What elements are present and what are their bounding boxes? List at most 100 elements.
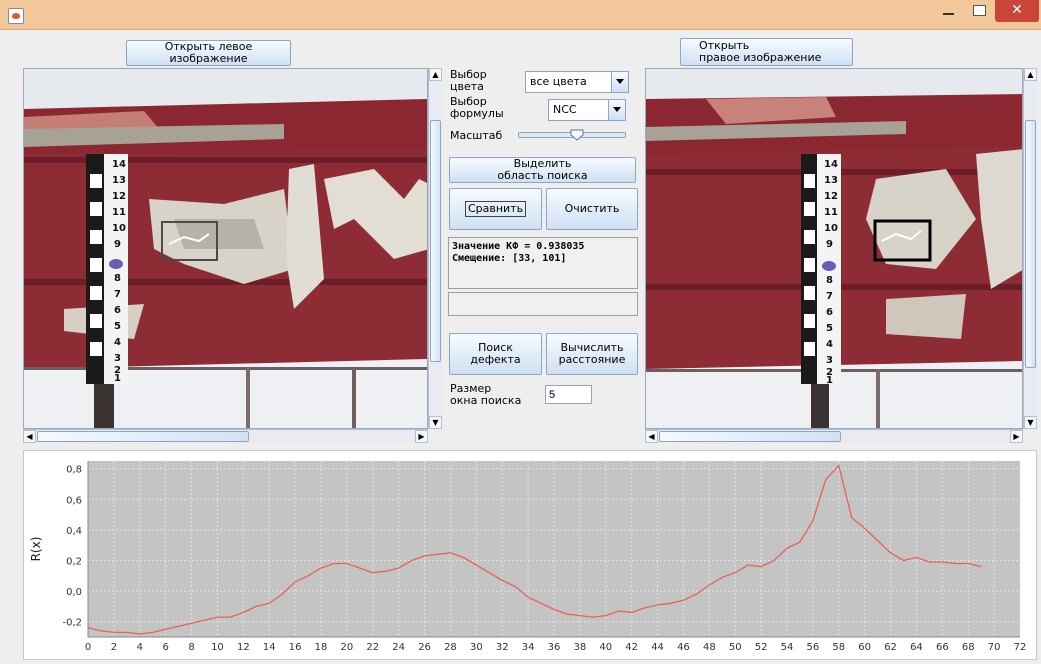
x-tick-label: 48 xyxy=(703,642,716,653)
x-tick-label: 6 xyxy=(162,642,168,653)
x-tick-label: 4 xyxy=(137,642,143,653)
scale-slider[interactable] xyxy=(518,129,626,141)
x-tick-label: 30 xyxy=(470,642,483,653)
scroll-right-arrow[interactable]: ▶ xyxy=(1010,430,1023,443)
right-horizontal-scroll-thumb[interactable] xyxy=(659,431,841,442)
maximize-button[interactable] xyxy=(966,0,992,22)
ruler-number: 13 xyxy=(112,175,126,186)
x-tick-label: 18 xyxy=(315,642,328,653)
ruler-number: 3 xyxy=(826,355,833,366)
clear-button[interactable]: Очистить xyxy=(546,188,638,230)
y-tick-label: 0,4 xyxy=(66,526,82,537)
compare-button[interactable]: Сравнить xyxy=(449,188,542,230)
search-window-size-label: Размер окна поиска xyxy=(450,382,522,407)
ruler-number: 7 xyxy=(826,291,833,302)
x-tick-label: 22 xyxy=(366,642,379,653)
x-tick-label: 14 xyxy=(263,642,276,653)
scroll-up-arrow[interactable]: ▲ xyxy=(1024,68,1037,81)
ruler-number: 1 xyxy=(114,373,121,384)
close-button[interactable]: ✕ xyxy=(995,0,1039,22)
ruler-number: 13 xyxy=(824,175,838,186)
x-tick-label: 58 xyxy=(832,642,845,653)
formula-select-label: Выбор формулы xyxy=(450,95,504,120)
x-tick-label: 10 xyxy=(211,642,224,653)
ruler-number: 7 xyxy=(114,289,121,300)
scroll-right-arrow[interactable]: ▶ xyxy=(415,430,428,443)
ruler-number: 8 xyxy=(114,273,121,284)
x-tick-label: 2 xyxy=(111,642,117,653)
ruler-number: 4 xyxy=(826,339,833,350)
left-vertical-scroll-thumb[interactable] xyxy=(430,120,441,362)
calculate-distance-button[interactable]: Вычислить расстояние xyxy=(546,333,638,375)
scroll-left-arrow[interactable]: ◀ xyxy=(645,430,658,443)
x-tick-label: 54 xyxy=(781,642,794,653)
x-tick-label: 38 xyxy=(574,642,587,653)
color-combobox[interactable]: все цвета xyxy=(525,71,629,93)
scroll-up-arrow[interactable]: ▲ xyxy=(429,68,442,81)
x-tick-label: 64 xyxy=(910,642,923,653)
ruler-number: 10 xyxy=(112,223,126,234)
x-tick-label: 56 xyxy=(807,642,820,653)
x-tick-label: 20 xyxy=(341,642,354,653)
x-tick-label: 26 xyxy=(418,642,431,653)
ruler-number: 12 xyxy=(112,191,126,202)
ruler-number: 6 xyxy=(114,305,121,316)
left-horizontal-scroll-thumb[interactable] xyxy=(37,431,249,442)
x-tick-label: 66 xyxy=(936,642,949,653)
left-image: 14 13 12 11 10 9 8 7 6 5 4 3 2 1 xyxy=(24,69,427,428)
ruler-number: 12 xyxy=(824,191,838,202)
compare-button-label: Сравнить xyxy=(464,201,527,217)
y-tick-label: 0,2 xyxy=(66,556,82,567)
x-tick-label: 60 xyxy=(858,642,871,653)
minimize-button[interactable] xyxy=(935,0,961,22)
ruler-number: 9 xyxy=(114,239,121,250)
x-tick-label: 16 xyxy=(289,642,302,653)
search-window-size-input[interactable] xyxy=(545,385,592,404)
x-tick-label: 24 xyxy=(392,642,405,653)
open-left-image-button[interactable]: Открыть левое изображение xyxy=(126,40,291,66)
x-tick-label: 50 xyxy=(729,642,742,653)
x-tick-label: 28 xyxy=(444,642,457,653)
x-tick-label: 36 xyxy=(548,642,561,653)
chevron-down-icon[interactable] xyxy=(608,100,625,120)
chevron-down-icon[interactable] xyxy=(611,72,628,92)
scroll-down-arrow[interactable]: ▼ xyxy=(1024,416,1037,429)
formula-combobox-value: NCC xyxy=(553,103,577,116)
x-tick-label: 68 xyxy=(962,642,975,653)
x-tick-label: 46 xyxy=(677,642,690,653)
ruler-number: 3 xyxy=(114,353,121,364)
x-tick-label: 40 xyxy=(599,642,612,653)
x-tick-label: 12 xyxy=(237,642,250,653)
x-tick-label: 72 xyxy=(1014,642,1027,653)
select-search-area-button[interactable]: Выделить область поиска xyxy=(449,157,636,183)
x-tick-label: 52 xyxy=(755,642,768,653)
scroll-down-arrow[interactable]: ▼ xyxy=(429,416,442,429)
x-tick-label: 34 xyxy=(522,642,535,653)
left-image-panel: 14 13 12 11 10 9 8 7 6 5 4 3 2 1 xyxy=(23,68,428,429)
right-vertical-scroll-thumb[interactable] xyxy=(1025,120,1036,368)
open-right-image-button[interactable]: Открыть правое изображение xyxy=(680,38,853,66)
scroll-left-arrow[interactable]: ◀ xyxy=(23,430,36,443)
ruler-number: 5 xyxy=(826,323,833,334)
x-tick-label: 0 xyxy=(85,642,91,653)
scale-label: Масштаб xyxy=(450,129,503,142)
ruler-number: 4 xyxy=(114,337,121,348)
x-tick-label: 62 xyxy=(884,642,897,653)
ruler-number: 14 xyxy=(824,159,838,170)
ruler-number: 1 xyxy=(826,375,833,386)
x-tick-label: 44 xyxy=(651,642,664,653)
formula-combobox[interactable]: NCC xyxy=(548,99,626,121)
status-text-area[interactable] xyxy=(448,292,638,316)
x-tick-label: 42 xyxy=(625,642,638,653)
ruler-number: 14 xyxy=(112,159,126,170)
result-text-area[interactable]: Значение КФ = 0.938035 Смещение: [33, 10… xyxy=(448,237,638,289)
y-axis-label: R(x) xyxy=(29,537,43,562)
color-combobox-value: все цвета xyxy=(530,75,587,88)
find-defect-button[interactable]: Поиск дефекта xyxy=(449,333,542,375)
scale-slider-thumb[interactable] xyxy=(570,129,584,141)
ruler-number: 9 xyxy=(826,239,833,250)
ruler-number: 5 xyxy=(114,321,121,332)
ruler-number: 11 xyxy=(112,207,126,218)
y-tick-label: 0,8 xyxy=(66,465,82,476)
color-select-label: Выбор цвета xyxy=(450,68,487,93)
